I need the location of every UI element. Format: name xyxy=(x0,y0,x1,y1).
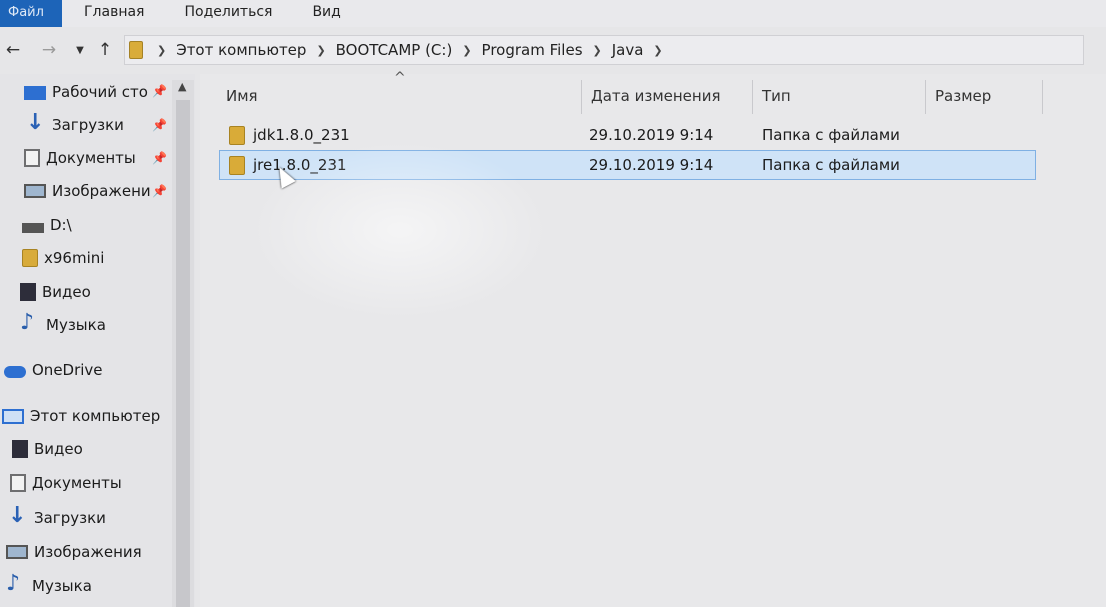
chevron-right-icon[interactable]: ❯ xyxy=(653,44,662,57)
pictures-icon xyxy=(6,545,28,559)
column-header-date[interactable]: Дата изменения xyxy=(591,78,721,114)
breadcrumb-program-files[interactable]: Program Files xyxy=(482,41,583,59)
forward-arrow-icon[interactable]: → xyxy=(38,40,60,60)
column-header-label: Дата изменения xyxy=(591,87,721,105)
nav-item-pc-pictures[interactable]: Изображения xyxy=(6,539,142,565)
nav-item-label: Видео xyxy=(42,283,91,301)
recent-locations-chevron-icon[interactable]: ▼ xyxy=(72,45,88,56)
sort-ascending-icon: ^ xyxy=(394,70,406,86)
nav-item-label: Изображения xyxy=(34,543,142,561)
up-arrow-icon[interactable]: ↑ xyxy=(94,40,116,60)
column-header-label: Размер xyxy=(935,87,992,105)
nav-item-label: Этот компьютер xyxy=(30,407,161,425)
chevron-right-icon[interactable]: ❯ xyxy=(462,44,471,57)
pin-icon[interactable]: 📌 xyxy=(152,151,167,165)
nav-item-label: OneDrive xyxy=(32,361,103,379)
column-divider[interactable] xyxy=(1042,80,1043,114)
column-header-name[interactable]: Имя xyxy=(226,78,258,114)
pictures-icon xyxy=(24,184,46,198)
chevron-right-icon[interactable]: ❯ xyxy=(316,44,325,57)
nav-item-label: D:\ xyxy=(50,216,72,234)
file-date: 29.10.2019 9:14 xyxy=(589,156,714,174)
column-header-type[interactable]: Тип xyxy=(762,78,791,114)
nav-item-pc-music[interactable]: Музыка xyxy=(4,571,92,599)
folder-icon xyxy=(229,126,245,145)
nav-item-desktop[interactable]: Рабочий сто xyxy=(24,79,148,105)
nav-item-label: Документы xyxy=(32,474,122,492)
nav-item-video[interactable]: Видео xyxy=(20,279,91,305)
desktop-icon xyxy=(24,86,46,100)
column-header-label: Тип xyxy=(762,87,791,105)
navigation-pane: Рабочий сто 📌 Загрузки 📌 Документы 📌 Изо… xyxy=(0,74,195,607)
folder-icon xyxy=(229,156,245,175)
breadcrumb-bootcamp[interactable]: BOOTCAMP (C:) xyxy=(336,41,453,59)
tab-file[interactable]: Файл xyxy=(0,0,62,27)
table-row-selected[interactable]: jre1.8.0_231 29.10.2019 9:14 Папка с фай… xyxy=(219,150,1036,180)
video-icon xyxy=(20,283,36,301)
tab-home[interactable]: Главная xyxy=(62,0,164,27)
chevron-right-icon[interactable]: ❯ xyxy=(157,44,166,57)
nav-item-pc-downloads[interactable]: Загрузки xyxy=(6,503,106,531)
video-icon xyxy=(12,440,28,458)
file-type: Папка с файлами xyxy=(762,156,900,174)
nav-item-pc-documents[interactable]: Документы xyxy=(10,470,122,496)
nav-item-label: x96mini xyxy=(44,249,105,267)
cloud-icon xyxy=(4,365,26,378)
tab-view[interactable]: Вид xyxy=(292,0,360,27)
file-name: jre1.8.0_231 xyxy=(253,156,347,174)
computer-icon xyxy=(2,408,24,424)
music-icon xyxy=(4,571,26,596)
pin-icon[interactable]: 📌 xyxy=(152,118,167,132)
file-name: jdk1.8.0_231 xyxy=(253,126,350,144)
download-icon xyxy=(6,503,28,528)
download-icon xyxy=(24,110,46,135)
file-type: Папка с файлами xyxy=(762,126,900,144)
back-arrow-icon[interactable]: ← xyxy=(2,40,24,60)
drive-icon xyxy=(22,223,44,233)
nav-item-downloads[interactable]: Загрузки xyxy=(24,110,124,138)
nav-item-label: Музыка xyxy=(46,316,106,334)
table-row[interactable]: jdk1.8.0_231 29.10.2019 9:14 Папка с фай… xyxy=(219,120,1036,150)
breadcrumb-java[interactable]: Java xyxy=(612,41,644,59)
nav-item-label: Рабочий сто xyxy=(52,83,148,101)
column-divider[interactable] xyxy=(752,80,753,114)
documents-icon xyxy=(24,149,40,167)
nav-item-documents[interactable]: Документы xyxy=(24,145,136,171)
column-header-label: Имя xyxy=(226,87,258,105)
file-date: 29.10.2019 9:14 xyxy=(589,126,714,144)
nav-item-music[interactable]: Музыка xyxy=(18,310,106,338)
documents-icon xyxy=(10,474,26,492)
nav-item-onedrive[interactable]: OneDrive xyxy=(4,357,103,383)
chevron-right-icon[interactable]: ❯ xyxy=(593,44,602,57)
ribbon-tabs: Файл Главная Поделиться Вид xyxy=(0,0,1106,27)
nav-item-pictures[interactable]: Изображени xyxy=(24,178,151,204)
scroll-up-arrow-icon[interactable]: ▲ xyxy=(178,80,186,93)
nav-item-label: Загрузки xyxy=(52,116,124,134)
nav-item-label: Изображени xyxy=(52,182,151,200)
column-divider[interactable] xyxy=(581,80,582,114)
pin-icon[interactable]: 📌 xyxy=(152,84,167,98)
nav-item-label: Музыка xyxy=(32,577,92,595)
tab-share[interactable]: Поделиться xyxy=(164,0,292,27)
column-header-size[interactable]: Размер xyxy=(935,78,991,114)
column-divider[interactable] xyxy=(925,80,926,114)
nav-item-drive-d[interactable]: D:\ xyxy=(22,212,72,238)
folder-icon xyxy=(22,249,38,267)
nav-item-label: Загрузки xyxy=(34,509,106,527)
music-icon xyxy=(18,310,40,335)
nav-item-pc-video[interactable]: Видео xyxy=(12,436,83,462)
pin-icon[interactable]: 📌 xyxy=(152,184,167,198)
breadcrumb-this-pc[interactable]: Этот компьютер xyxy=(176,41,306,59)
address-bar: ← → ▼ ↑ ❯ Этот компьютер ❯ BOOTCAMP (C:)… xyxy=(0,31,1106,69)
nav-item-label: Видео xyxy=(34,440,83,458)
breadcrumb[interactable]: ❯ Этот компьютер ❯ BOOTCAMP (C:) ❯ Progr… xyxy=(124,35,1084,65)
nav-item-x96mini[interactable]: x96mini xyxy=(22,245,104,271)
nav-item-label: Документы xyxy=(46,149,136,167)
folder-icon xyxy=(129,41,143,59)
nav-scrollbar-thumb[interactable] xyxy=(176,100,190,607)
nav-item-this-pc[interactable]: Этот компьютер xyxy=(2,403,160,429)
